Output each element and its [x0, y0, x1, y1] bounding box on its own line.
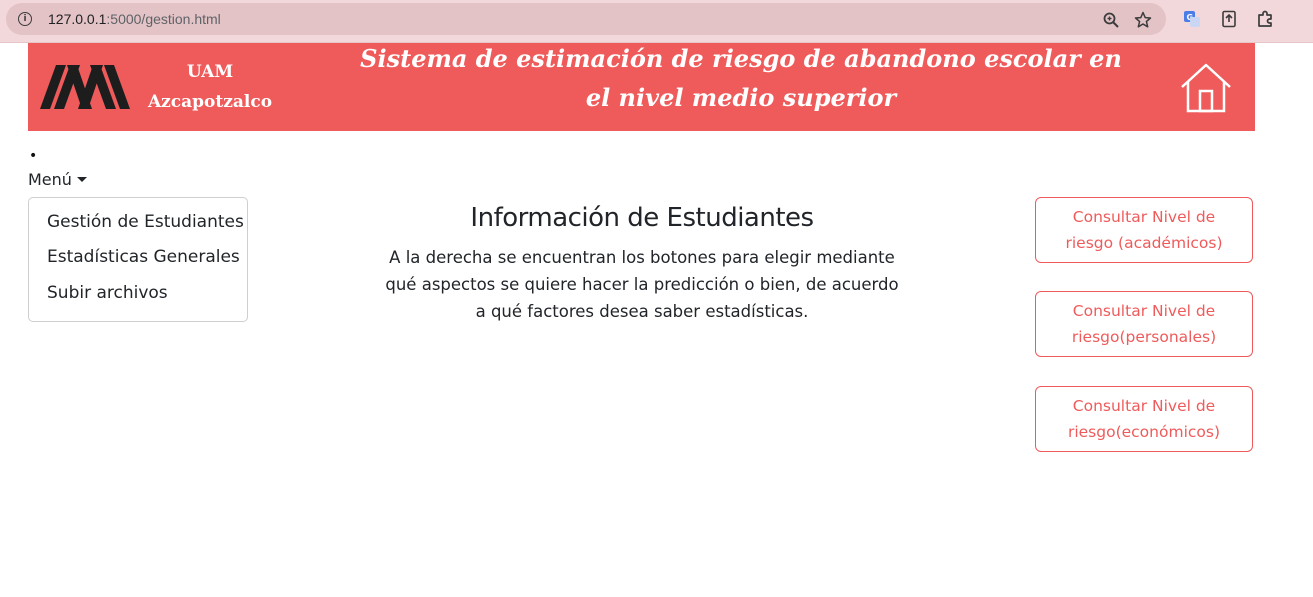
menu-item-gestion-estudiantes[interactable]: Gestión de Estudiantes: [47, 212, 244, 232]
url-path: :5000/gestion.html: [106, 11, 221, 27]
puzzle-icon[interactable]: [1256, 10, 1274, 28]
page-description: A la derecha se encuentran los botones p…: [385, 248, 899, 321]
address-bar[interactable]: i 127.0.0.1:5000/gestion.html: [6, 3, 1166, 35]
star-icon[interactable]: [1134, 11, 1152, 29]
page-title: Información de Estudiantes: [470, 203, 814, 233]
consultar-personales-button[interactable]: Consultar Nivel de riesgo(personales): [1035, 291, 1253, 357]
menu-label: Menú: [28, 170, 72, 189]
org-name: UAM Azcapotzalco: [146, 57, 274, 117]
menu-item-estadisticas-generales[interactable]: Estadísticas Generales: [47, 247, 240, 267]
menu-item-subir-archivos[interactable]: Subir archivos: [47, 283, 168, 303]
info-icon[interactable]: i: [18, 12, 32, 26]
site-header: UAM Azcapotzalco Sistema de estimación d…: [28, 43, 1255, 131]
caret-down-icon: [76, 177, 87, 182]
menu-dropdown-toggle[interactable]: Menú: [28, 170, 87, 189]
org-line-2: Azcapotzalco: [147, 92, 273, 112]
consultar-academicos-button[interactable]: Consultar Nivel de riesgo (académicos): [1035, 197, 1253, 263]
extension-upload-icon[interactable]: [1220, 10, 1238, 28]
translate-icon[interactable]: G: [1183, 10, 1201, 28]
menu-dropdown: Gestión de Estudiantes Estadísticas Gene…: [28, 197, 248, 322]
url-host: 127.0.0.1: [48, 11, 107, 27]
zoom-icon[interactable]: [1102, 11, 1120, 29]
org-line-1: UAM: [186, 62, 234, 82]
browser-toolbar: i 127.0.0.1:5000/gestion.html G: [0, 0, 1313, 43]
uam-logo: [40, 65, 130, 109]
url-text[interactable]: 127.0.0.1:5000/gestion.html: [48, 11, 221, 27]
site-title: Sistema de estimación de riesgo de aband…: [360, 44, 1122, 112]
home-icon[interactable]: [1178, 59, 1234, 115]
nav-bullet: •: [29, 148, 38, 164]
consultar-economicos-button[interactable]: Consultar Nivel de riesgo(económicos): [1035, 386, 1253, 452]
